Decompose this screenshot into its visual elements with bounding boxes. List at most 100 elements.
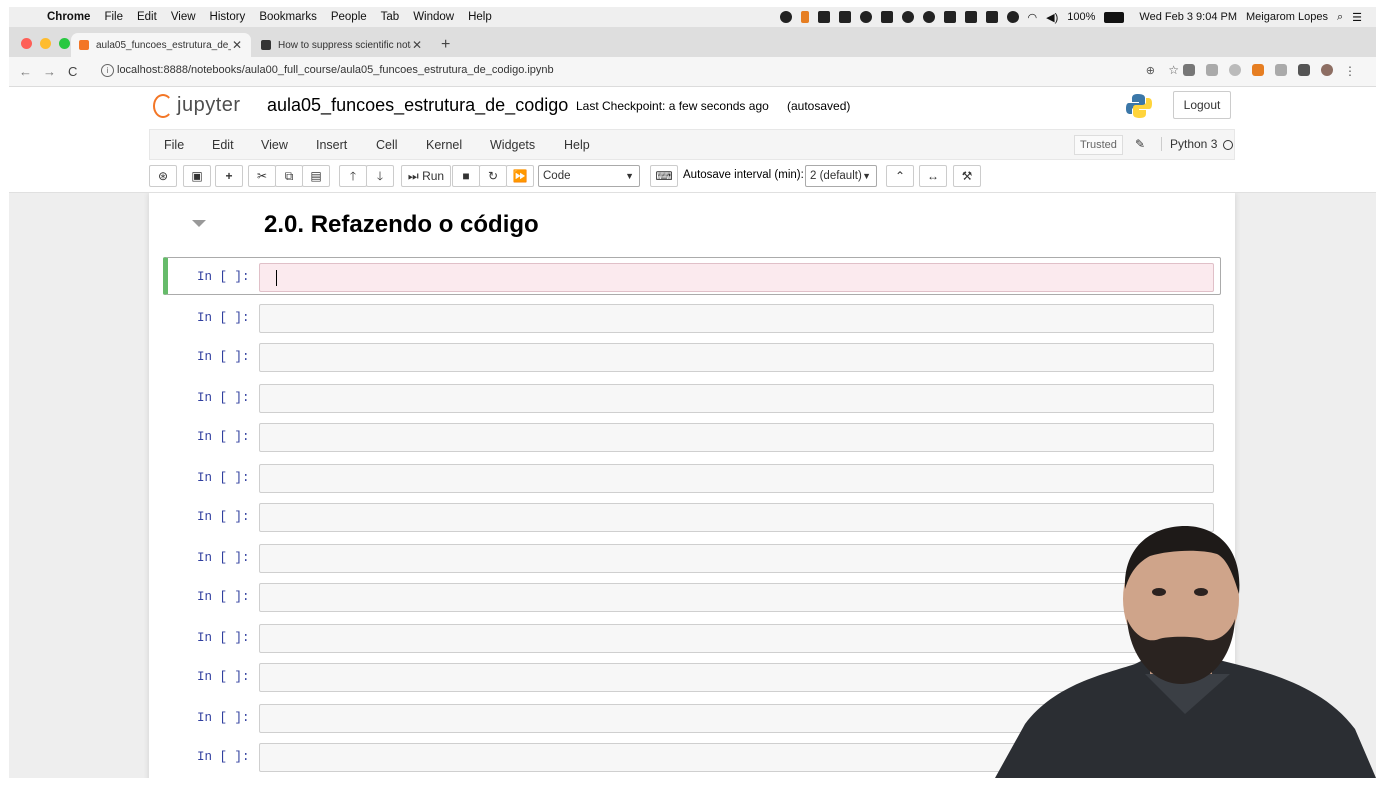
search-icon[interactable]: ⌕	[1337, 11, 1343, 24]
cell-input[interactable]	[259, 423, 1214, 452]
collapse-header-button[interactable]: ⌃	[886, 165, 914, 187]
clock[interactable]: Wed Feb 3 9:04 PM	[1139, 11, 1237, 23]
close-tab-icon[interactable]: ✕	[231, 38, 243, 52]
status-app-icon[interactable]	[779, 11, 792, 23]
extension-gear-icon[interactable]	[1206, 64, 1218, 76]
zoom-window-button[interactable]	[59, 38, 70, 49]
code-cell[interactable]: In [ ]:	[163, 338, 1221, 376]
control-center-icon[interactable]: ☰	[1352, 11, 1362, 24]
cut-button[interactable]: ✂	[248, 165, 276, 187]
restart-run-all-button[interactable]: ⏩	[506, 165, 534, 187]
jupyter-menu-widgets[interactable]: Widgets	[490, 138, 535, 152]
url-text[interactable]: localhost:8888/notebooks/aula00_full_cou…	[117, 64, 554, 76]
volume-icon[interactable]: ◀)	[1046, 11, 1058, 24]
circle-status-icon[interactable]	[901, 11, 914, 23]
back-icon[interactable]: ←	[19, 64, 32, 79]
cell-input[interactable]	[259, 263, 1214, 292]
pause-icon[interactable]	[800, 11, 809, 23]
save-checkpoint-button[interactable]: ▣	[183, 165, 211, 187]
menubar-tab[interactable]: Tab	[381, 11, 400, 23]
jupyter-menu-kernel[interactable]: Kernel	[426, 138, 462, 152]
omnibox[interactable]: i localhost:8888/notebooks/aula00_full_c…	[93, 61, 1333, 82]
close-window-button[interactable]	[21, 38, 32, 49]
menubar-help[interactable]: Help	[468, 11, 492, 23]
jupyter-menu-help[interactable]: Help	[564, 138, 590, 152]
cell-type-select[interactable]: Code ▼	[538, 165, 640, 187]
menubar-edit[interactable]: Edit	[137, 11, 157, 23]
section-heading[interactable]: 2.0. Refazendo o código	[264, 211, 539, 239]
paste-button[interactable]: ▤	[302, 165, 330, 187]
extension-grid-icon[interactable]	[1275, 64, 1287, 76]
wifi-icon[interactable]: ◠	[1028, 11, 1038, 24]
toggle-width-button[interactable]: ↔	[919, 165, 947, 187]
cell-input[interactable]	[259, 304, 1214, 333]
close-tab-icon[interactable]: ✕	[411, 38, 423, 52]
minimize-window-button[interactable]	[40, 38, 51, 49]
move-up-button[interactable]: 🡑	[339, 165, 367, 187]
nbextensions-button[interactable]: ⚒	[953, 165, 981, 187]
flag-icon[interactable]	[985, 11, 998, 23]
glasses-icon[interactable]	[922, 11, 935, 23]
cell-input[interactable]	[259, 464, 1214, 493]
user-name[interactable]: Meigarom Lopes	[1246, 11, 1328, 23]
puzzle-icon[interactable]	[1298, 64, 1310, 76]
code-cell[interactable]: In [ ]:	[163, 299, 1221, 337]
cell-input[interactable]	[259, 384, 1214, 413]
kebab-menu-icon[interactable]: ⋮	[1344, 64, 1356, 78]
code-cell[interactable]: In [ ]:	[163, 418, 1221, 456]
menubar-view[interactable]: View	[171, 11, 196, 23]
cell-input[interactable]	[259, 343, 1214, 372]
jupyter-menu-cell[interactable]: Cell	[376, 138, 398, 152]
move-down-button[interactable]: 🡓	[366, 165, 394, 187]
logout-button[interactable]: Logout	[1173, 91, 1231, 119]
bluetooth-icon[interactable]	[1006, 11, 1019, 23]
menubar-people[interactable]: People	[331, 11, 367, 23]
menubar-history[interactable]: History	[210, 11, 246, 23]
battery-icon[interactable]	[1104, 11, 1125, 23]
menubar-app-chrome[interactable]: Chrome	[47, 11, 90, 23]
code-cell[interactable]: In [ ]:	[163, 379, 1221, 417]
activity-icon[interactable]	[964, 11, 977, 23]
run-button[interactable]: ⏭ Run	[401, 165, 451, 187]
jupyter-logo[interactable]: jupyter	[153, 92, 271, 122]
save-button[interactable]: ⊛	[149, 165, 177, 187]
restart-button[interactable]: ↻	[479, 165, 507, 187]
code-cell[interactable]: In [ ]:	[163, 459, 1221, 497]
trusted-badge[interactable]: Trusted	[1074, 135, 1123, 155]
new-tab-button[interactable]: +	[441, 36, 450, 54]
forward-icon[interactable]: →	[43, 64, 56, 79]
kernel-name[interactable]: Python 3	[1161, 137, 1217, 151]
insert-cell-button[interactable]: +	[215, 165, 243, 187]
extension-clock-icon[interactable]	[1229, 64, 1241, 76]
menubar-bookmarks[interactable]: Bookmarks	[259, 11, 317, 23]
site-info-icon[interactable]: i	[101, 64, 114, 77]
notebook-name[interactable]: aula05_funcoes_estrutura_de_codigo	[267, 95, 568, 116]
shield-icon[interactable]	[943, 11, 956, 23]
tab-stackoverflow[interactable]: How to suppress scientific notation ✕	[253, 33, 431, 57]
screen-capture-icon[interactable]	[817, 11, 830, 23]
cloud-icon[interactable]	[859, 11, 872, 23]
jupyter-menu-view[interactable]: View	[261, 138, 288, 152]
pencil-icon[interactable]: ✎	[1135, 137, 1145, 151]
pocket-icon[interactable]	[1183, 64, 1195, 76]
menubar-file[interactable]: File	[104, 11, 123, 23]
menubar-window[interactable]: Window	[413, 11, 454, 23]
collapse-heading-icon[interactable]	[192, 220, 206, 227]
arrow-down-icon: 🡓	[376, 169, 384, 183]
autosave-interval-select[interactable]: 2 (default) ▼	[805, 165, 877, 187]
zoom-icon[interactable]: ⊕	[1146, 64, 1155, 77]
bookmark-star-icon[interactable]: ☆	[1168, 63, 1179, 77]
profile-avatar[interactable]	[1321, 64, 1333, 76]
copy-button[interactable]: ⧉	[275, 165, 303, 187]
command-palette-button[interactable]: ⌨	[650, 165, 678, 187]
jupyter-menu-insert[interactable]: Insert	[316, 138, 347, 152]
extension-squirrel-icon[interactable]	[1252, 64, 1264, 76]
tab-notebook[interactable]: aula05_funcoes_estrutura_de_codigo ✕	[71, 33, 251, 57]
binoculars-icon[interactable]	[880, 11, 893, 23]
jupyter-menu-file[interactable]: File	[164, 138, 184, 152]
reload-icon[interactable]: C	[68, 64, 77, 79]
brush-icon[interactable]	[838, 11, 851, 23]
code-cell-selected[interactable]: In [ ]:	[163, 257, 1221, 295]
jupyter-menu-edit[interactable]: Edit	[212, 138, 234, 152]
interrupt-button[interactable]: ■	[452, 165, 480, 187]
